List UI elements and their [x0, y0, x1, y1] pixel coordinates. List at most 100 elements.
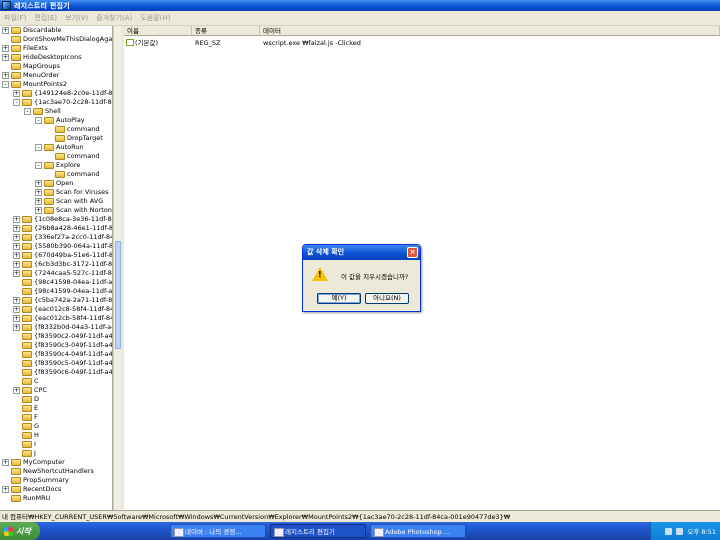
tray-icon[interactable] [676, 527, 684, 535]
tree-scrollbar[interactable] [113, 26, 121, 510]
window-titlebar[interactable]: 레지스트리 편집기 [0, 0, 720, 11]
tray-icon[interactable] [665, 527, 673, 535]
expand-icon[interactable]: + [13, 252, 20, 259]
tree-node[interactable]: + MenuOrder [2, 71, 59, 80]
tree-node[interactable]: + {1c08e8ca-3e36-11df-84c [13, 215, 112, 224]
tree-node[interactable]: {f83590c2-049f-11df-a483 [13, 332, 112, 341]
expand-icon[interactable]: + [13, 243, 20, 250]
tree-node[interactable]: C [13, 377, 39, 386]
expand-icon[interactable]: + [13, 270, 20, 277]
tree-node[interactable]: G [13, 422, 39, 431]
tree-node[interactable]: + {eac012c8-58f4-11df-84 [13, 305, 112, 314]
tree-node[interactable]: - AutoPlay [35, 116, 85, 125]
collapse-icon[interactable]: - [35, 162, 42, 169]
expand-icon[interactable]: + [13, 324, 20, 331]
tree-node[interactable]: + RecentDocs [2, 485, 61, 494]
tree-node[interactable]: command [46, 170, 99, 179]
collapse-icon[interactable]: - [35, 144, 42, 151]
tree-node[interactable]: PropSummary [2, 476, 69, 485]
yes-button[interactable]: 예(Y) [317, 293, 361, 304]
col-type-header[interactable]: 종류 [192, 26, 260, 35]
menu-file[interactable]: 파일(F) [0, 13, 30, 23]
tree-node[interactable]: command [46, 125, 99, 134]
value-row[interactable]: (기본값) REG_SZ wscript.exe ₩faizal.js -Cli… [124, 38, 560, 48]
tree-node[interactable]: {f83590c5-049f-11df-a483 [13, 359, 112, 368]
start-button[interactable]: 시작 [0, 522, 40, 540]
tree-node[interactable]: - AutoRun [35, 143, 84, 152]
expand-icon[interactable]: + [13, 387, 20, 394]
registry-tree[interactable]: + Discardable DontShowMeThisDialogAga + File… [0, 26, 113, 510]
tree-node[interactable]: + MyComputer [2, 458, 65, 467]
taskbar-item-naver[interactable]: 네이버 : 나의 경쟁... [170, 524, 266, 538]
tree-node[interactable]: H [13, 431, 39, 440]
collapse-icon[interactable]: - [13, 99, 20, 106]
tree-node[interactable]: F [13, 413, 38, 422]
values-list[interactable]: 이름 종류 데이터 (기본값) REG_SZ wscript.exe ₩faiz… [124, 26, 720, 510]
expand-icon[interactable]: + [2, 54, 9, 61]
collapse-icon[interactable]: - [35, 117, 42, 124]
tree-node[interactable]: I [13, 440, 36, 449]
tree-node[interactable]: + {6cb3d3bc-3172-11df-84 [13, 260, 112, 269]
tree-node[interactable]: {98c41598-04ea-11df-a7 [13, 278, 112, 287]
expand-icon[interactable]: + [13, 90, 20, 97]
tree-node[interactable]: + Discardable [2, 26, 61, 35]
tree-node[interactable]: + Scan for Viruses [35, 188, 109, 197]
tree-node[interactable]: + {c5ba742a-2a71-11df-84 [13, 296, 112, 305]
tree-node[interactable]: + CPC [13, 386, 47, 395]
tree-node[interactable]: DropTarget [46, 134, 103, 143]
collapse-icon[interactable]: - [2, 81, 9, 88]
tree-node[interactable]: + {670d49ba-51e6-11df-84 [13, 251, 112, 260]
tree-node[interactable]: + {26b8a428-46e1-11df-84c [13, 224, 112, 233]
expand-icon[interactable]: + [35, 189, 42, 196]
dialog-titlebar[interactable]: 값 삭제 확인 × [303, 245, 420, 260]
taskbar-item-photoshop[interactable]: Adobe Photoshop ... [370, 524, 466, 538]
tree-node[interactable]: + FileExts [2, 44, 48, 53]
expand-icon[interactable]: + [13, 315, 20, 322]
tree-node[interactable]: D [13, 395, 39, 404]
tree-node[interactable]: NewShortcutHandlers [2, 467, 94, 476]
expand-icon[interactable]: + [13, 306, 20, 313]
no-button[interactable]: 아니요(N) [365, 293, 409, 304]
tree-node[interactable]: + {7244caa5-527c-11df-84 [13, 269, 112, 278]
expand-icon[interactable]: + [2, 45, 9, 52]
tree-node[interactable]: + {336ef27a-2cc0-11df-84c [13, 233, 112, 242]
expand-icon[interactable]: + [2, 72, 9, 79]
close-icon[interactable]: × [407, 247, 418, 258]
tree-node[interactable]: {f83590c4-049f-11df-a483 [13, 350, 112, 359]
collapse-icon[interactable]: - [24, 108, 31, 115]
tree-node[interactable]: {f83590c6-049f-11df-a483 [13, 368, 112, 377]
tree-node[interactable]: MapGroups [2, 62, 60, 71]
tree-node[interactable]: RunMRU [2, 494, 50, 503]
tree-node[interactable]: + Scan with Norton [35, 206, 112, 215]
expand-icon[interactable]: + [35, 207, 42, 214]
menu-view[interactable]: 보기(V) [61, 13, 92, 23]
expand-icon[interactable]: + [2, 459, 9, 466]
tree-node[interactable]: {f83590c3-049f-11df-a483 [13, 341, 112, 350]
expand-icon[interactable]: + [35, 198, 42, 205]
tree-node[interactable]: + Open [35, 179, 73, 188]
col-data-header[interactable]: 데이터 [260, 26, 720, 35]
tree-node[interactable]: - MountPoints2 [2, 80, 67, 89]
expand-icon[interactable]: + [13, 234, 20, 241]
tree-node[interactable]: + {5580b390-064a-11df-84c [13, 242, 112, 251]
tree-node[interactable]: + {149124e8-2c0e-11df-84c [13, 89, 112, 98]
col-name-header[interactable]: 이름 [124, 26, 192, 35]
tree-node[interactable]: command [46, 152, 99, 161]
tree-node[interactable]: - Shell [24, 107, 61, 116]
tree-node[interactable]: J [13, 449, 36, 458]
expand-icon[interactable]: + [13, 261, 20, 268]
tree-node[interactable]: + HideDesktopIcons [2, 53, 82, 62]
expand-icon[interactable]: + [35, 180, 42, 187]
expand-icon[interactable]: + [2, 486, 9, 493]
tree-node[interactable]: - Explore [35, 161, 80, 170]
expand-icon[interactable]: + [13, 297, 20, 304]
taskbar-item-regedit[interactable]: 레지스트리 편집기 [270, 524, 366, 538]
menu-help[interactable]: 도움말(H) [136, 13, 174, 23]
tree-node[interactable]: DontShowMeThisDialogAga [2, 35, 112, 44]
tree-node[interactable]: + Scan with AVG [35, 197, 103, 206]
menu-edit[interactable]: 편집(E) [30, 13, 61, 23]
expand-icon[interactable]: + [2, 27, 9, 34]
tree-node[interactable]: {98c41599-04ea-11df-a7 [13, 287, 112, 296]
menu-favorites[interactable]: 즐겨찾기(A) [92, 13, 136, 23]
expand-icon[interactable]: + [13, 225, 20, 232]
